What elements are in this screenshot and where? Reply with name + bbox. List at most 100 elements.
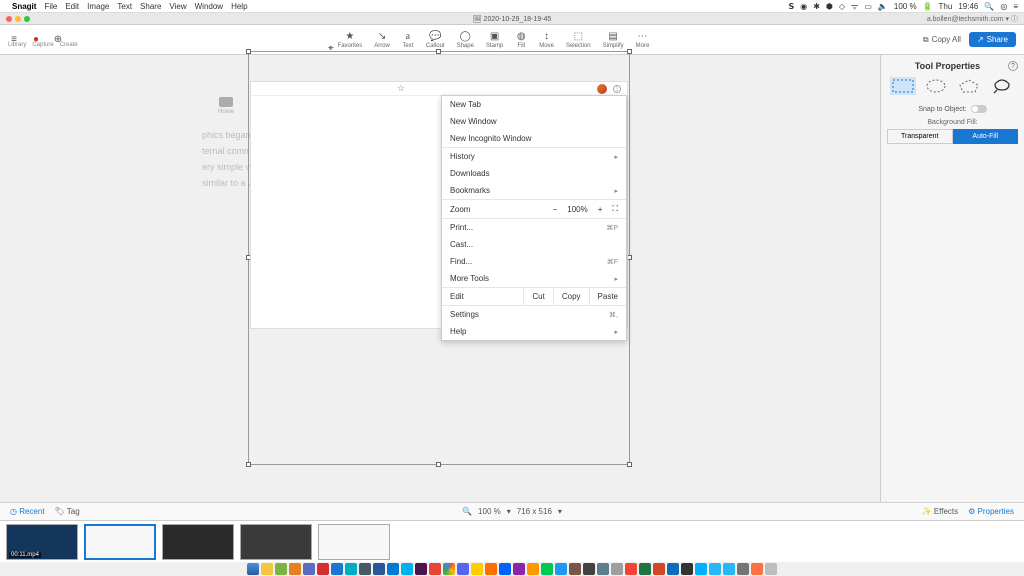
library-label[interactable]: Library <box>8 42 26 48</box>
search-icon[interactable]: 🔍 <box>984 2 994 11</box>
dock-app-icon[interactable] <box>695 563 707 575</box>
dock-trash-icon[interactable] <box>765 563 777 575</box>
resize-handle-ne[interactable] <box>627 49 632 54</box>
dock-app-icon[interactable] <box>513 563 525 575</box>
dock-app-icon[interactable] <box>289 563 301 575</box>
dock-word-icon[interactable] <box>373 563 385 575</box>
more-tools[interactable]: ⋯More <box>636 31 650 49</box>
menu-window[interactable]: Window <box>195 2 223 11</box>
properties-button[interactable]: ⚙ Properties <box>968 507 1014 516</box>
dock-app-icon[interactable] <box>429 563 441 575</box>
effects-button[interactable]: ✨ Effects <box>922 507 959 516</box>
dock-app-icon[interactable] <box>359 563 371 575</box>
resize-handle-sw[interactable] <box>246 462 251 467</box>
dock-app-icon[interactable] <box>611 563 623 575</box>
menu-edit[interactable]: Edit <box>65 2 79 11</box>
captured-image[interactable]: ⌖ Home 9My Network Jobs Messaging 51Noti… <box>208 55 630 467</box>
dock-app-icon[interactable] <box>737 563 749 575</box>
share-button[interactable]: ↗ Share <box>969 32 1016 47</box>
dock-app-icon[interactable] <box>597 563 609 575</box>
dock-app-icon[interactable] <box>555 563 567 575</box>
notifications-icon[interactable]: ≡ <box>1013 2 1018 11</box>
canvas[interactable]: ⌖ Home 9My Network Jobs Messaging 51Noti… <box>0 55 880 502</box>
menubar-icon[interactable]: ◉ <box>800 2 807 11</box>
dock-app-icon[interactable] <box>499 563 511 575</box>
account-label[interactable]: a.bollen@techsmith.com ▾ ⓘ <box>927 14 1018 24</box>
menubar-icon[interactable]: ✱ <box>813 2 820 11</box>
dock-app-icon[interactable] <box>751 563 763 575</box>
create-label[interactable]: Create <box>60 42 78 48</box>
dock-chrome-icon[interactable] <box>443 563 455 575</box>
dock-app-icon[interactable] <box>569 563 581 575</box>
display-icon[interactable]: ▭ <box>864 2 872 11</box>
thumbnail[interactable] <box>162 524 234 560</box>
volume-icon[interactable]: 🔈 <box>878 2 888 11</box>
menubar-icon[interactable]: ◇ <box>839 2 845 11</box>
app-name[interactable]: Snagit <box>12 2 36 11</box>
dock-app-icon[interactable] <box>625 563 637 575</box>
resize-handle-s[interactable] <box>436 462 441 467</box>
thumbnail[interactable] <box>84 524 156 560</box>
thumbnail[interactable] <box>240 524 312 560</box>
traffic-lights[interactable] <box>6 16 30 22</box>
menu-image[interactable]: Image <box>87 2 109 11</box>
dock-skype-icon[interactable] <box>401 563 413 575</box>
control-center-icon[interactable]: ◎ <box>1000 2 1007 11</box>
shape-ellipse[interactable] <box>923 77 949 95</box>
simplify-tool[interactable]: ▤Simplify <box>603 31 624 49</box>
menubar-icon[interactable]: ⬢ <box>826 2 833 11</box>
dock-snagit-icon[interactable] <box>709 563 721 575</box>
dock-app-icon[interactable] <box>667 563 679 575</box>
text-tool[interactable]: aText <box>402 31 414 49</box>
dock-excel-icon[interactable] <box>639 563 651 575</box>
dock-app-icon[interactable] <box>415 563 427 575</box>
dock-app-icon[interactable] <box>303 563 315 575</box>
menu-share[interactable]: Share <box>140 2 161 11</box>
dock-app-icon[interactable] <box>471 563 483 575</box>
thumbnail[interactable]: 00:11.mp4 <box>6 524 78 560</box>
dock[interactable] <box>243 562 781 576</box>
zoom-dropdown-icon[interactable]: ▾ <box>507 507 511 516</box>
bgfill-transparent[interactable]: Transparent <box>887 129 953 144</box>
menu-view[interactable]: View <box>169 2 186 11</box>
arrow-tool[interactable]: ↘Arrow <box>374 31 390 49</box>
dock-app-icon[interactable] <box>723 563 735 575</box>
favorites-tool[interactable]: ★Favorites <box>338 31 363 49</box>
callout-tool[interactable]: 💬Callout <box>426 31 445 49</box>
dock-app-icon[interactable] <box>317 563 329 575</box>
move-tool[interactable]: ↕Move <box>539 31 554 49</box>
dock-finder-icon[interactable] <box>247 563 259 575</box>
tag-tab[interactable]: 🏷 Tag <box>55 507 80 516</box>
dock-ppt-icon[interactable] <box>653 563 665 575</box>
thumbnail[interactable] <box>318 524 390 560</box>
resize-handle-nw[interactable] <box>246 49 251 54</box>
recent-tab[interactable]: ◷ Recent <box>10 507 45 516</box>
bgfill-autofill[interactable]: Auto-Fill <box>953 129 1019 144</box>
dock-app-icon[interactable] <box>261 563 273 575</box>
stamp-tool[interactable]: ▣Stamp <box>486 31 503 49</box>
menu-help[interactable]: Help <box>231 2 247 11</box>
wifi-icon[interactable]: ᯤ <box>851 1 858 12</box>
help-icon[interactable]: ? <box>1008 61 1018 71</box>
fill-tool[interactable]: ◍Fill <box>515 31 527 49</box>
shape-rect[interactable] <box>890 77 916 95</box>
dock-app-icon[interactable] <box>541 563 553 575</box>
dims-dropdown-icon[interactable]: ▾ <box>558 507 562 516</box>
dock-outlook-icon[interactable] <box>387 563 399 575</box>
menu-text[interactable]: Text <box>117 2 132 11</box>
shape-tool[interactable]: ◯Shape <box>457 31 474 49</box>
snap-toggle[interactable] <box>971 105 987 113</box>
shape-lasso[interactable] <box>989 77 1015 95</box>
dock-app-icon[interactable] <box>275 563 287 575</box>
dock-app-icon[interactable] <box>583 563 595 575</box>
maximize-icon[interactable] <box>24 16 30 22</box>
resize-handle-se[interactable] <box>627 462 632 467</box>
close-icon[interactable] <box>6 16 12 22</box>
menu-file[interactable]: File <box>44 2 57 11</box>
minimize-icon[interactable] <box>15 16 21 22</box>
dock-app-icon[interactable] <box>345 563 357 575</box>
dock-app-icon[interactable] <box>457 563 469 575</box>
zoom-icon[interactable]: 🔍 <box>462 507 472 516</box>
copy-all-button[interactable]: ⧉ Copy All <box>923 35 961 45</box>
resize-handle-n[interactable] <box>436 49 441 54</box>
